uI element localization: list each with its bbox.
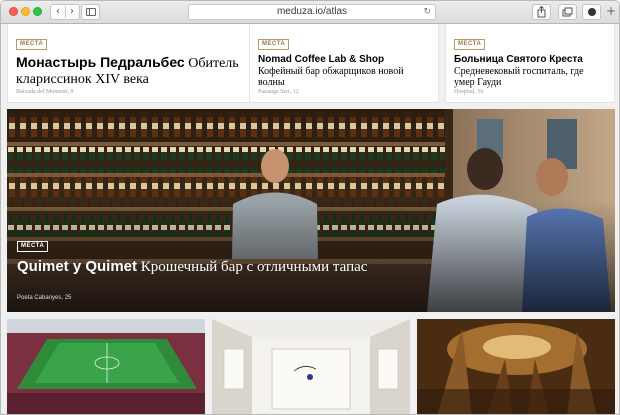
place-card-1[interactable]: МЕСТА Монастырь Педральбес Обитель клари… xyxy=(7,24,265,103)
card-title: Nomad Coffee Lab & Shop Кофейный бар обж… xyxy=(258,54,404,88)
reload-icon[interactable]: ↻ xyxy=(423,5,431,19)
gallery-photo xyxy=(212,319,410,414)
close-window-button[interactable] xyxy=(9,7,18,16)
back-forward-buttons: ‹ › xyxy=(50,4,80,20)
browser-toolbar: ‹ › meduza.io/atlas ↻ + xyxy=(1,1,619,24)
category-tag: МЕСТА xyxy=(17,241,49,252)
tab-overview-button[interactable] xyxy=(558,4,577,20)
minimize-window-button[interactable] xyxy=(21,7,30,16)
gallery-photo-tile[interactable] xyxy=(212,319,410,414)
stadium-photo xyxy=(7,319,205,414)
card-location: Baixada del Monestir, 9 xyxy=(16,89,74,95)
cathedral-photo-tile[interactable] xyxy=(417,319,615,414)
cathedral-photo xyxy=(417,319,615,414)
zoom-window-button[interactable] xyxy=(33,7,42,16)
share-icon xyxy=(537,5,546,18)
card-location: Passatge Sert, 12 xyxy=(258,89,299,95)
back-button[interactable]: ‹ xyxy=(51,5,65,19)
category-tag: МЕСТА xyxy=(454,39,486,50)
address-bar[interactable]: meduza.io/atlas ↻ xyxy=(188,4,436,20)
tabs-icon xyxy=(562,7,573,17)
card-location: Hospital, 56 xyxy=(454,89,484,95)
card-title: Больница Святого Креста Средневековый го… xyxy=(454,54,584,88)
page-content: МЕСТА Монастырь Педральбес Обитель клари… xyxy=(1,24,619,414)
hero-feature[interactable]: МЕСТА Quimet y Quimet Крошечный бар с от… xyxy=(7,109,615,312)
forward-button[interactable]: › xyxy=(65,5,79,19)
place-card-3[interactable]: МЕСТА Больница Святого Креста Средневеко… xyxy=(445,24,615,103)
sidebar-toggle-button[interactable] xyxy=(81,4,100,20)
share-button[interactable] xyxy=(532,4,551,20)
category-tag: МЕСТА xyxy=(258,39,290,50)
downloads-button[interactable] xyxy=(582,4,601,20)
url-text: meduza.io/atlas xyxy=(276,6,348,17)
sidebar-icon xyxy=(86,8,96,16)
place-card-2[interactable]: МЕСТА Nomad Coffee Lab & Shop Кофейный б… xyxy=(249,24,439,103)
card-title: Монастырь Педральбес Обитель кларисcинок… xyxy=(16,54,239,88)
browser-window: ‹ › meduza.io/atlas ↻ + МЕСТА Монастырь … xyxy=(0,0,620,415)
category-tag: МЕСТА xyxy=(16,39,48,50)
hero-caption: МЕСТА Quimet y Quimet Крошечный бар с от… xyxy=(17,234,377,276)
stadium-photo-tile[interactable] xyxy=(7,319,205,414)
hero-location: Poeta Cabanyes, 25 xyxy=(17,295,72,301)
new-tab-button[interactable]: + xyxy=(604,5,618,18)
download-icon xyxy=(588,8,596,16)
hero-title: Quimet y Quimet Крошечный бар с отличным… xyxy=(17,258,368,275)
hero-photo xyxy=(7,109,615,312)
